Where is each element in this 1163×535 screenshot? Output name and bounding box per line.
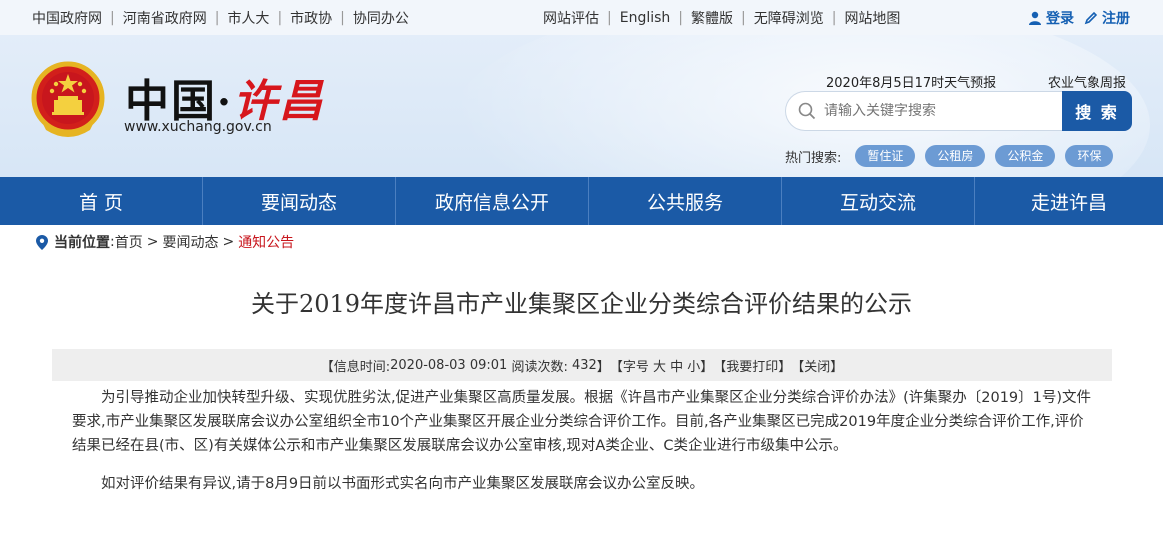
national-emblem-icon[interactable] xyxy=(30,60,106,140)
link-cppcc[interactable]: 市政协 xyxy=(290,8,332,28)
print-button[interactable]: 【我要打印】 xyxy=(713,356,791,375)
link-sitemap[interactable]: 网站地图 xyxy=(844,8,900,28)
article-paragraph: 为引导推动企业加快转型升级、实现优胜劣汰,促进产业集聚区高质量发展。根据《许昌市… xyxy=(72,390,1092,454)
meta-reads-label: 阅读次数: xyxy=(511,359,568,375)
chevron-right-icon: > xyxy=(146,234,159,250)
divider: | xyxy=(741,10,746,26)
login-link[interactable]: 登录 xyxy=(1046,8,1074,28)
meta-reads: 432 xyxy=(571,357,597,373)
breadcrumb-home[interactable]: 首页 xyxy=(115,232,143,252)
divider: | xyxy=(214,10,220,26)
weather-forecast-link[interactable]: 2020年8月5日17时天气预报 xyxy=(826,72,996,91)
breadcrumb-label: 当前位置 xyxy=(54,235,110,251)
pencil-icon xyxy=(1084,11,1098,25)
hot-tag-residence-permit[interactable]: 暂住证 xyxy=(855,145,916,167)
nav-public-service[interactable]: 公共服务 xyxy=(589,177,782,225)
nav-about-city[interactable]: 走进许昌 xyxy=(975,177,1163,225)
divider: | xyxy=(607,10,612,26)
main-nav: 首 页 要闻动态 政府信息公开 公共服务 互动交流 走进许昌 xyxy=(0,177,1163,225)
hot-tag-public-housing[interactable]: 公租房 xyxy=(925,145,986,167)
external-links: 中国政府网 | 河南省政府网 | 市人大 | 市政协 | 协同办公 xyxy=(32,8,409,28)
close-button[interactable]: 【关闭】 xyxy=(791,356,843,375)
breadcrumb-news[interactable]: 要闻动态 xyxy=(162,232,218,252)
chevron-right-icon: > xyxy=(222,234,235,250)
divider: | xyxy=(678,10,683,26)
link-traditional[interactable]: 繁體版 xyxy=(691,8,733,28)
article-body: 为引导推动企业加快转型升级、实现优胜劣汰,促进产业集聚区高质量发展。根据《许昌市… xyxy=(72,386,1092,510)
article-meta: 【信息时间: 2020-08-03 09:01 阅读次数: 432 】 【字号 … xyxy=(52,349,1112,381)
divider: | xyxy=(831,10,837,26)
meta-date: 2020-08-03 09:01 xyxy=(390,357,508,373)
breadcrumb-notices[interactable]: 通知公告 xyxy=(238,232,294,252)
site-tools: 网站评估 | English | 繁體版 | 无障碍浏览 | 网站地图 xyxy=(543,8,900,28)
hot-search: 热门搜索: 暂住证 公租房 公积金 环保 xyxy=(785,145,1123,167)
link-english[interactable]: English xyxy=(620,10,671,26)
divider: | xyxy=(110,10,115,26)
font-size-control[interactable]: 【字号 大 中 小】 xyxy=(610,356,713,375)
site-domain: www.xuchang.gov.cn xyxy=(124,119,272,135)
breadcrumb: 当前位置: 首页 > 要闻动态 > 通知公告 xyxy=(36,232,294,252)
nav-home[interactable]: 首 页 xyxy=(0,177,203,225)
hot-tag-environment[interactable]: 环保 xyxy=(1065,145,1114,167)
link-npc[interactable]: 市人大 xyxy=(227,8,269,28)
divider: | xyxy=(277,10,283,26)
link-gov-cn[interactable]: 中国政府网 xyxy=(32,8,102,28)
nav-interaction[interactable]: 互动交流 xyxy=(782,177,975,225)
hot-tag-housing-fund[interactable]: 公积金 xyxy=(995,145,1056,167)
search-icon xyxy=(798,102,816,120)
divider: | xyxy=(340,10,345,26)
link-office[interactable]: 协同办公 xyxy=(353,8,409,28)
user-box: 登录 注册 xyxy=(1028,8,1130,28)
article-title: 关于2019年度许昌市产业集聚区企业分类综合评价结果的公示 xyxy=(250,290,913,318)
hot-search-label: 热门搜索: xyxy=(785,150,842,166)
link-site-evaluation[interactable]: 网站评估 xyxy=(543,8,599,28)
nav-news[interactable]: 要闻动态 xyxy=(203,177,396,225)
link-henan-gov[interactable]: 河南省政府网 xyxy=(123,8,207,28)
article-paragraph: 如对评价结果有异议,请于8月9日前以书面形式实名向市产业集聚区发展联席会议办公室… xyxy=(101,476,705,492)
meta-info-suffix: 】 xyxy=(596,359,610,375)
search-input[interactable] xyxy=(824,103,1044,119)
search-box xyxy=(785,91,1065,131)
top-bar: 中国政府网 | 河南省政府网 | 市人大 | 市政协 | 协同办公 网站评估 |… xyxy=(0,0,1163,35)
header-banner: 中国·许昌 www.xuchang.gov.cn 2020年8月5日17时天气预… xyxy=(0,35,1163,177)
location-pin-icon xyxy=(36,234,48,250)
search-button[interactable]: 搜 索 xyxy=(1062,91,1132,131)
link-accessibility[interactable]: 无障碍浏览 xyxy=(754,8,824,28)
nav-gov-info[interactable]: 政府信息公开 xyxy=(396,177,589,225)
meta-info-prefix: 【信息时间: xyxy=(320,359,391,375)
agri-weather-link[interactable]: 农业气象周报 xyxy=(1048,72,1126,91)
user-icon xyxy=(1029,11,1041,25)
register-link[interactable]: 注册 xyxy=(1102,8,1130,28)
